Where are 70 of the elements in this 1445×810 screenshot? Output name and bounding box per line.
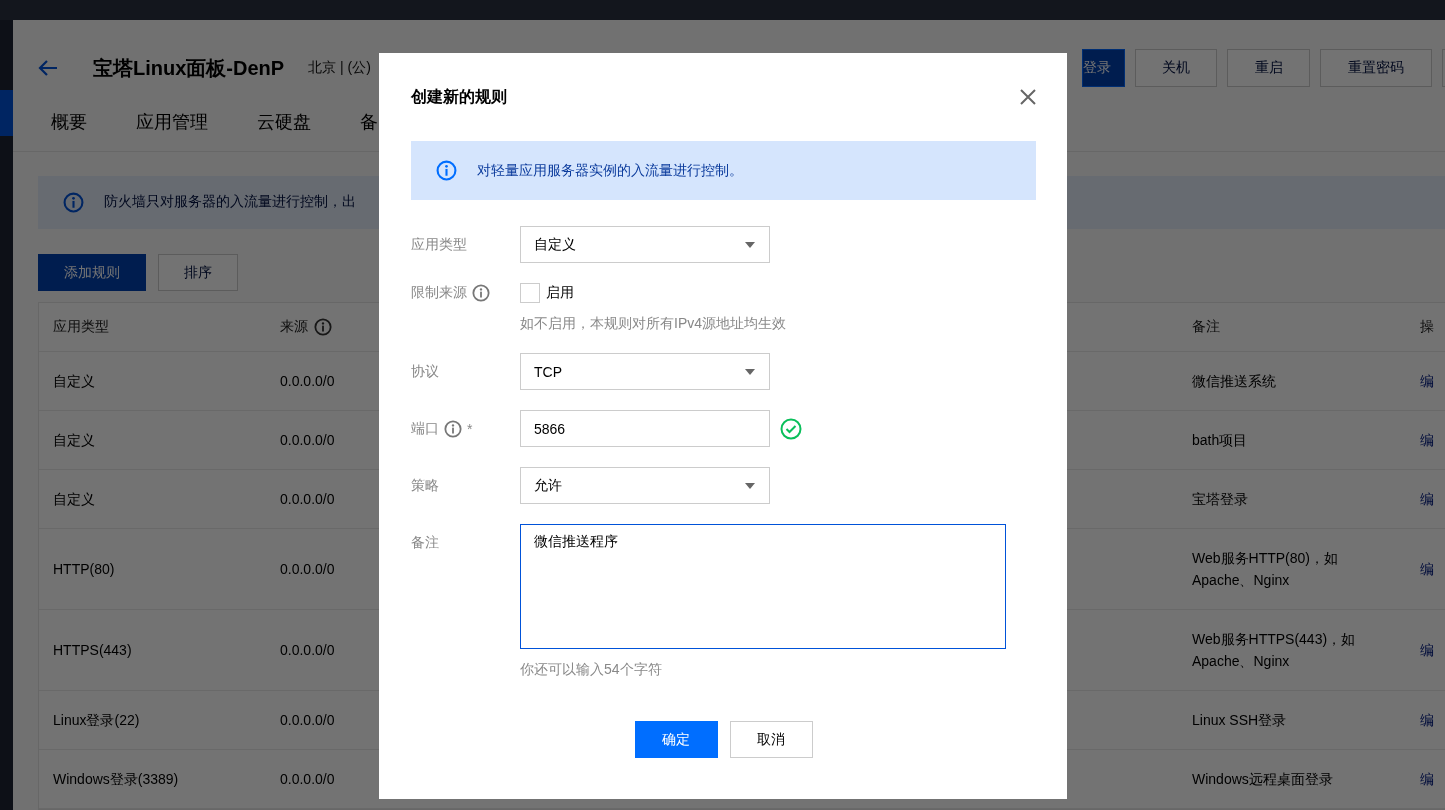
table-cell: 自定义 — [53, 491, 95, 507]
field-label: 端口 — [411, 419, 439, 438]
table-cell-text: Windows远程桌面登录 — [1192, 770, 1334, 789]
header-button[interactable]: 重置密码 — [1320, 49, 1432, 88]
hint-text: 如不启用，本规则对所有IPv4源地址均生效 — [520, 315, 786, 333]
checkbox[interactable]: 启用 — [520, 283, 786, 303]
table-cell-text: 宝塔登录 — [1192, 490, 1249, 509]
table-cell: 0.0.0.0/0 — [280, 771, 335, 787]
toolbar-button[interactable]: 添加规则 — [38, 254, 146, 291]
note-textarea[interactable]: 微信推送程序 — [520, 524, 1006, 649]
tab[interactable]: 备 — [347, 109, 378, 140]
info-icon — [63, 191, 84, 213]
field-label: 备注 — [411, 533, 439, 552]
table-cell: 自定义 — [53, 373, 95, 389]
table-cell: 0.0.0.0/0 — [280, 373, 335, 389]
info-text: 对轻量应用服务器实例的入流量进行控制。 — [477, 161, 743, 180]
column-header: 应用类型 — [53, 318, 109, 336]
table-cell-text: Linux SSH登录 — [1192, 711, 1288, 730]
field-label: 策略 — [411, 476, 439, 495]
header-button[interactable]: 登录 — [1082, 49, 1125, 88]
table-cell: 0.0.0.0/0 — [280, 491, 335, 507]
close-icon[interactable] — [1020, 89, 1036, 105]
dropdown[interactable]: TCP — [520, 353, 770, 390]
edit-link[interactable]: 编 — [1420, 560, 1434, 577]
dropdown[interactable]: 自定义 — [520, 226, 770, 263]
dialog-button[interactable]: 确定 — [634, 721, 718, 758]
table-cell-text: bath项目 — [1192, 431, 1249, 450]
table-cell: 0.0.0.0/0 — [280, 432, 335, 448]
field-label: 限制来源 — [411, 284, 467, 302]
column-header: 备注 — [1192, 318, 1220, 336]
table-cell: Linux登录(22) — [53, 712, 140, 728]
field-label: 协议 — [411, 362, 439, 381]
edit-link[interactable]: 编 — [1420, 711, 1434, 728]
tab[interactable]: 云硬盘 — [244, 109, 311, 140]
edit-link[interactable]: 编 — [1420, 431, 1434, 448]
edit-link[interactable]: 编 — [1420, 490, 1434, 507]
dialog-title: 创建新的规则 — [411, 86, 507, 107]
table-cell-text: 微信推送系统 — [1192, 372, 1277, 391]
caret-icon — [745, 482, 755, 489]
table-cell-text: Web服务HTTP(80)，如Apache、Nginx — [1192, 549, 1339, 590]
page-title: 宝塔Linux面板-DenP — [93, 55, 285, 81]
table-cell: 0.0.0.0/0 — [280, 712, 335, 728]
port-input[interactable]: 5866 — [520, 410, 770, 447]
table-cell: 0.0.0.0/0 — [280, 642, 335, 658]
table-cell: 自定义 — [53, 432, 95, 448]
table-cell: HTTP(80) — [53, 561, 115, 577]
edit-link[interactable]: 编 — [1420, 372, 1434, 389]
column-header: 操 — [1420, 318, 1434, 336]
table-cell: Windows登录(3389) — [53, 771, 179, 787]
required-mark: * — [467, 420, 473, 437]
notice-text: 防火墙只对服务器的入流量进行控制，出 — [104, 193, 356, 212]
tab[interactable]: 应用管理 — [123, 109, 208, 140]
info-icon — [436, 160, 457, 181]
table-cell: HTTPS(443) — [53, 642, 132, 658]
header-button[interactable]: 关机 — [1135, 49, 1217, 88]
dropdown[interactable]: 允许 — [520, 467, 770, 504]
edit-link[interactable]: 编 — [1420, 641, 1434, 658]
region-label: 北京 | (公) — [308, 59, 371, 78]
table-cell-text: Web服务HTTPS(443)，如Apache、Nginx — [1192, 630, 1357, 671]
toolbar-button[interactable]: 排序 — [158, 254, 238, 291]
header-button[interactable]: 重启 — [1227, 49, 1310, 88]
caret-icon — [745, 368, 755, 375]
caret-icon — [745, 241, 755, 248]
edit-link[interactable]: 编 — [1420, 770, 1434, 787]
field-label: 应用类型 — [411, 235, 467, 254]
dialog-button[interactable]: 取消 — [729, 721, 813, 758]
column-header: 来源 — [280, 318, 308, 336]
tab[interactable]: 概要 — [38, 109, 87, 140]
table-cell: 0.0.0.0/0 — [280, 561, 335, 577]
hint-text: 你还可以输入54个字符 — [520, 661, 663, 679]
